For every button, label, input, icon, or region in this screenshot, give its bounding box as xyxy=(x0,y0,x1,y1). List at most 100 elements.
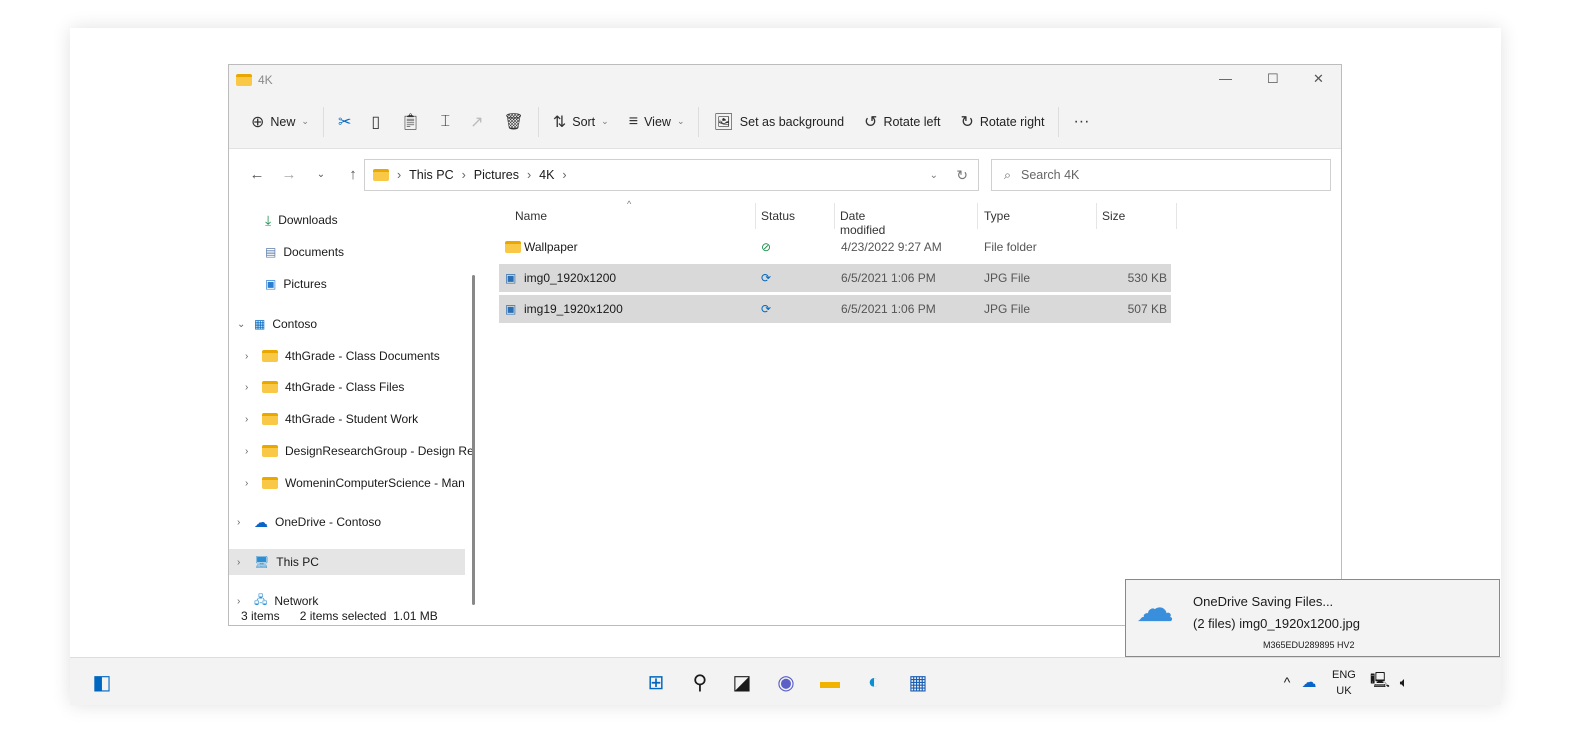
address-dropdown-icon[interactable]: ⌄ xyxy=(930,170,938,181)
sidebar-item-network[interactable]: › 🖧 Network xyxy=(237,588,318,606)
copy-button[interactable]: ▯ xyxy=(361,105,390,139)
sort-button[interactable]: ⇅ Sort ⌄ xyxy=(543,105,619,139)
folder-icon xyxy=(505,241,521,253)
breadcrumb-this-pc[interactable]: This PC xyxy=(409,168,453,182)
refresh-icon[interactable]: ↻ xyxy=(956,167,968,184)
start-icon[interactable]: ⊞ xyxy=(642,668,670,696)
sidebar-item-contoso[interactable]: ⌄ ▦ Contoso xyxy=(237,311,317,337)
scissors-icon: ✂ xyxy=(337,113,352,131)
folder-icon xyxy=(262,445,278,457)
file-row[interactable]: ▣ img19_1920x1200 ⟳ 6/5/2021 1:06 PM JPG… xyxy=(499,295,1171,323)
chevron-down-icon: ⌄ xyxy=(676,116,685,126)
syncing-icon: ⟳ xyxy=(761,302,772,316)
search-box[interactable]: ⌕ Search 4K xyxy=(991,159,1331,191)
widgets-icon[interactable]: ◧ xyxy=(88,668,116,696)
window-title: 4K xyxy=(258,73,273,87)
column-size[interactable]: Size xyxy=(1102,209,1125,223)
syncing-icon: ⟳ xyxy=(761,271,772,285)
recent-locations-button[interactable]: ⌄ xyxy=(305,169,337,180)
plus-circle-icon: ⊕ xyxy=(251,113,265,131)
chat-icon[interactable]: ◉ xyxy=(772,668,800,696)
search-icon[interactable]: ⚲ xyxy=(686,668,714,696)
rename-button[interactable]: ⌶ xyxy=(431,105,461,139)
file-explorer-icon[interactable]: ▬ xyxy=(816,668,844,696)
chevron-down-icon: ⌄ xyxy=(601,116,609,126)
synced-icon: ⊘ xyxy=(761,240,772,254)
delete-button[interactable]: 🗑︎ xyxy=(494,105,534,139)
cut-button[interactable]: ✂ xyxy=(328,105,361,139)
minimize-button[interactable]: — xyxy=(1219,71,1232,86)
sidebar-item-folder[interactable]: › 4thGrade - Class Documents xyxy=(245,343,440,369)
folder-icon xyxy=(262,477,278,489)
share-button[interactable]: ↗ xyxy=(460,105,493,139)
download-icon: ⤓ xyxy=(265,211,272,228)
rotate-left-button[interactable]: ↺ Rotate left xyxy=(854,105,950,139)
onedrive-sync-cloud-icon: ☁ xyxy=(1136,588,1174,630)
chevron-down-icon: ⌄ xyxy=(237,318,246,330)
cloud-icon: ☁ xyxy=(254,513,268,530)
task-view-icon[interactable]: ◪ xyxy=(728,668,756,696)
taskbar: ◧ ⊞ ⚲ ◪ ◉ ▬ ◐ ▦ ^ ☁ ENG UK 🖳 🔈︎ xyxy=(70,657,1501,705)
onedrive-notification[interactable]: ☁ OneDrive Saving Files... (2 files) img… xyxy=(1125,579,1500,657)
folder-icon xyxy=(373,169,389,181)
forward-button[interactable]: → xyxy=(273,166,305,183)
selection-info: 2 items selected 1.01 MB xyxy=(299,609,438,623)
column-type[interactable]: Type xyxy=(984,209,1010,223)
sort-icon: ⇅ xyxy=(552,113,567,131)
rotate-right-icon: ↻ xyxy=(960,113,974,131)
toast-body: (2 files) img0_1920x1200.jpg xyxy=(1193,616,1360,631)
back-button[interactable]: ← xyxy=(241,166,273,183)
search-icon: ⌕ xyxy=(1004,167,1012,182)
column-status[interactable]: Status xyxy=(761,209,795,223)
onedrive-sync-icon[interactable]: ☁ xyxy=(1295,668,1323,696)
sidebar-item-documents[interactable]: ▤ Documents xyxy=(265,239,344,265)
pictures-icon: ▣ xyxy=(265,277,277,291)
folder-icon xyxy=(236,74,252,86)
sidebar-item-this-pc[interactable]: › 🖥︎ This PC xyxy=(229,549,465,575)
sidebar-item-folder[interactable]: › DesignResearchGroup - Design Re xyxy=(245,438,474,464)
file-row[interactable]: Wallpaper ⊘ 4/23/2022 9:27 AM File folde… xyxy=(499,233,1171,261)
rename-icon: ⌶ xyxy=(440,112,451,130)
store-icon[interactable]: ▦ xyxy=(904,668,932,696)
more-icon: ··· xyxy=(1073,112,1090,130)
maximize-button[interactable]: ☐ xyxy=(1267,71,1279,87)
view-button[interactable]: ≡ View ⌄ xyxy=(619,105,695,139)
address-bar[interactable]: › This PC › Pictures › 4K › ⌄ ↻ xyxy=(364,159,979,191)
document-icon: ▤ xyxy=(265,245,277,259)
computer-icon: 🖥︎ xyxy=(254,555,270,569)
toast-title: OneDrive Saving Files... xyxy=(1193,594,1334,609)
language-indicator[interactable]: ENG UK xyxy=(1332,667,1356,699)
breadcrumb-pictures[interactable]: Pictures xyxy=(474,168,519,182)
sidebar-item-pictures[interactable]: ▣ Pictures xyxy=(265,271,327,297)
rotate-left-icon: ↺ xyxy=(864,113,878,131)
rotate-right-button[interactable]: ↻ Rotate right xyxy=(950,105,1054,139)
breadcrumb-4k[interactable]: 4K xyxy=(539,168,554,182)
paste-icon: 📋︎ xyxy=(400,113,421,131)
column-name[interactable]: Name xyxy=(515,209,547,223)
copy-icon: ▯ xyxy=(371,113,381,131)
image-file-icon: ▣ xyxy=(505,271,517,285)
volume-icon[interactable]: 🔈︎ xyxy=(1390,668,1418,696)
sidebar-item-downloads[interactable]: ⤓ Downloads xyxy=(265,207,338,233)
item-count: 3 items xyxy=(241,609,280,623)
sidebar-item-onedrive[interactable]: › ☁ OneDrive - Contoso xyxy=(237,509,381,535)
sidebar-item-folder[interactable]: › WomeninComputerScience - Man xyxy=(245,470,465,496)
sort-ascending-icon: ^ xyxy=(627,199,632,209)
building-icon: ▦ xyxy=(254,317,266,331)
close-button[interactable]: ✕ xyxy=(1313,71,1324,87)
set-as-background-button[interactable]: 🖼︎ Set as background xyxy=(703,105,854,139)
sidebar-item-folder[interactable]: › 4thGrade - Student Work xyxy=(245,406,418,432)
network-icon: 🖧 xyxy=(254,592,268,606)
edge-icon[interactable]: ◐ xyxy=(860,668,888,696)
paste-button[interactable]: 📋︎ xyxy=(390,105,430,139)
new-button[interactable]: ⊕ New ⌄ xyxy=(241,105,319,139)
list-icon: ≡ xyxy=(628,112,639,130)
trash-icon: 🗑︎ xyxy=(503,113,524,131)
file-row[interactable]: ▣ img0_1920x1200 ⟳ 6/5/2021 1:06 PM JPG … xyxy=(499,264,1171,292)
more-options-button[interactable]: ··· xyxy=(1063,105,1099,139)
sidebar-item-folder[interactable]: › 4thGrade - Class Files xyxy=(245,374,404,400)
share-icon: ↗ xyxy=(470,113,484,131)
sidebar-scrollbar[interactable] xyxy=(472,275,475,605)
image-file-icon: ▣ xyxy=(505,302,517,316)
command-bar: ⊕ New ⌄ ✂ ▯ 📋︎ ⌶ ↗ 🗑︎ ⇅ Sort ⌄ ≡ View ⌄ 🖼︎ Set … xyxy=(229,95,1341,149)
